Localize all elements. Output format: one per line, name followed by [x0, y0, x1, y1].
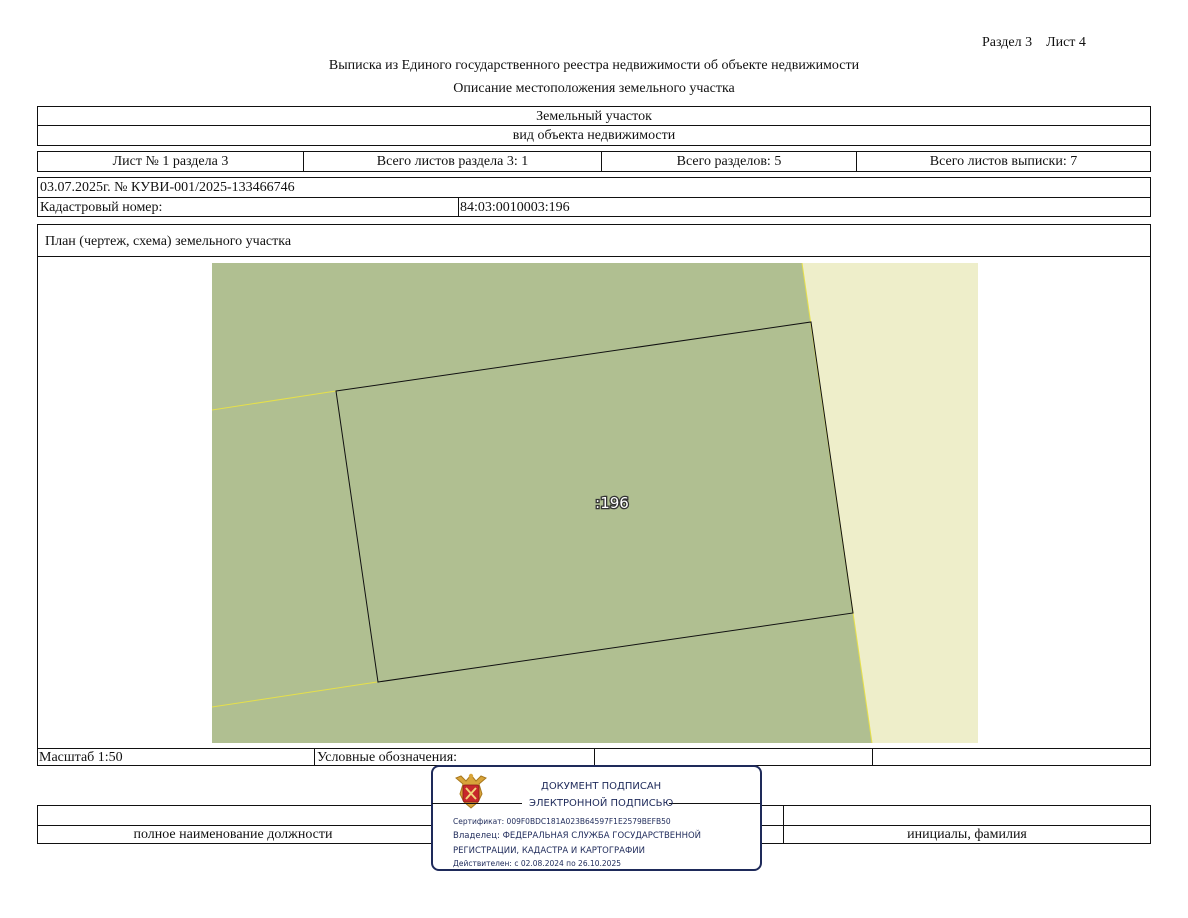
record-block: 03.07.2025г. № КУВИ-001/2025-133466746 К… — [37, 177, 1151, 217]
total-sheets-section: Всего листов раздела 3: 1 — [376, 154, 529, 169]
scale-label: Масштаб 1:50 — [39, 750, 123, 765]
document-subtitle: Описание местоположения земельного участ… — [453, 81, 735, 96]
stamp-line-1: ДОКУМЕНТ ПОДПИСАН — [541, 781, 662, 792]
object-type-caption: вид объекта недвижимости — [512, 128, 676, 143]
position-caption: полное наименование должности — [133, 827, 333, 842]
sheet-number: Лист № 1 раздела 3 — [112, 154, 229, 169]
plan-block: План (чертеж, схема) земельного участка … — [37, 224, 1151, 766]
coat-of-arms-icon — [455, 773, 487, 809]
plan-title: План (чертеж, схема) земельного участка — [45, 234, 292, 249]
plan-drawing: :196 — [212, 263, 978, 743]
stamp-line-2: ЭЛЕКТРОННОЙ ПОДПИСЬЮ — [529, 798, 674, 809]
total-sheets-extract: Всего листов выписки: 7 — [929, 154, 1078, 169]
name-caption: инициалы, фамилия — [907, 827, 1027, 842]
stamp-owner-line-1: Владелец: ФЕДЕРАЛЬНАЯ СЛУЖБА ГОСУДАРСТВЕ… — [453, 831, 702, 841]
total-sections: Всего разделов: 5 — [676, 154, 782, 169]
section-sheet-number: Раздел 3 Лист 4 — [982, 35, 1086, 50]
stamp-certificate: Сертификат: 009F0BDC181A023B64597F1E2579… — [453, 817, 671, 826]
record-date-number: 03.07.2025г. № КУВИ-001/2025-133466746 — [40, 180, 295, 195]
object-type-block: Земельный участок вид объекта недвижимос… — [37, 106, 1151, 146]
cadastral-value: 84:03:0010003:196 — [460, 200, 570, 215]
legend-label: Условные обозначения: — [317, 750, 458, 765]
land-area — [212, 263, 872, 743]
stamp-owner-line-2: РЕГИСТРАЦИИ, КАДАСТРА И КАРТОГРАФИИ — [453, 846, 645, 856]
parcel-number-label: :196 — [595, 494, 629, 512]
object-type-value: Земельный участок — [536, 109, 652, 124]
cadastral-label: Кадастровый номер: — [40, 200, 163, 215]
electronic-signature-stamp: ДОКУМЕНТ ПОДПИСАН ЭЛЕКТРОННОЙ ПОДПИСЬЮ С… — [431, 765, 762, 871]
document-title: Выписка из Единого государственного реес… — [328, 58, 860, 73]
stamp-validity: Действителен: с 02.08.2024 по 26.10.2025 — [453, 859, 621, 868]
sheet-info-row: Лист № 1 раздела 3 Всего листов раздела … — [37, 151, 1151, 172]
